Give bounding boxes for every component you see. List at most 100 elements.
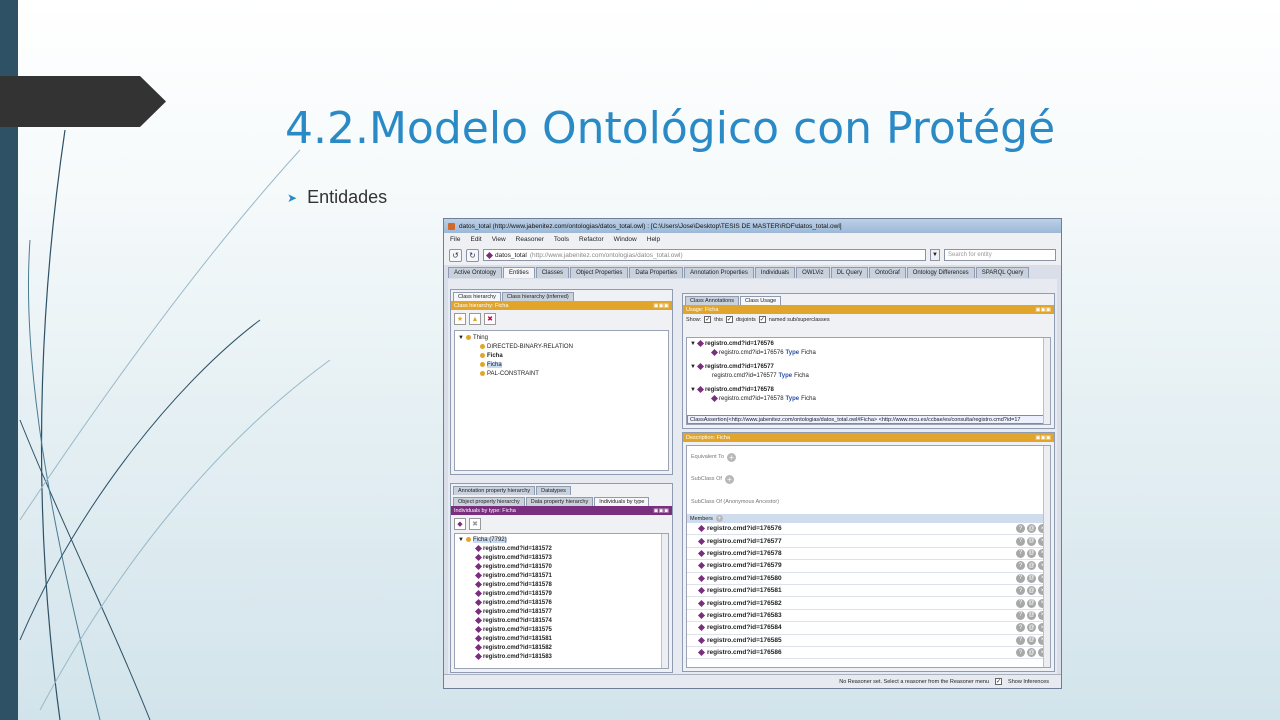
list-item[interactable]: registro.cmd?id=181579 xyxy=(458,589,665,598)
checkbox-this[interactable]: ✓ xyxy=(704,316,712,323)
view-controls-icon[interactable]: ▣▣▣ xyxy=(653,303,669,309)
menu-reasoner[interactable]: Reasoner xyxy=(516,236,544,243)
info-icon[interactable]: ? xyxy=(1016,524,1025,534)
info-icon[interactable]: ? xyxy=(1016,598,1025,608)
table-row[interactable]: registro.cmd?id=176582?@× xyxy=(687,597,1050,610)
view-controls-icon[interactable]: ▣▣▣ xyxy=(1035,435,1051,441)
info-icon[interactable]: ? xyxy=(1016,610,1025,620)
subtab-object-property-hierarchy[interactable]: Object property hierarchy xyxy=(453,497,525,506)
info-icon[interactable]: ? xyxy=(1016,548,1025,558)
subtab-class-annotations[interactable]: Class Annotations xyxy=(685,296,740,305)
add-superclass-button[interactable]: + xyxy=(724,474,734,484)
tab-object-properties[interactable]: Object Properties xyxy=(570,267,629,278)
expand-icon[interactable]: ▼ xyxy=(690,364,696,370)
usage-subitem[interactable]: registro.cmd?id=176578 Type Ficha xyxy=(690,394,1047,403)
tree-node[interactable]: PAL-CONSTRAINT xyxy=(458,369,665,378)
info-icon[interactable]: ? xyxy=(1016,536,1025,546)
info-icon[interactable]: ? xyxy=(1016,573,1025,583)
usage-item[interactable]: ▼ registro.cmd?id=176578 xyxy=(690,385,1047,394)
usage-item[interactable]: ▼ registro.cmd?id=176576 xyxy=(690,339,1047,348)
scrollbar[interactable] xyxy=(1043,446,1050,667)
edit-icon[interactable]: @ xyxy=(1027,586,1036,596)
tree-node[interactable]: DIRECTED-BINARY-RELATION xyxy=(458,342,665,351)
back-button[interactable]: ↺ xyxy=(449,248,462,262)
list-item[interactable]: registro.cmd?id=181573 xyxy=(458,553,665,562)
tree-node[interactable]: Ficha xyxy=(458,351,665,360)
table-row[interactable]: registro.cmd?id=176585?@× xyxy=(687,635,1050,647)
usage-item[interactable]: ▼ registro.cmd?id=176577 xyxy=(690,362,1047,371)
tab-data-properties[interactable]: Data Properties xyxy=(629,267,684,278)
add-sibling-icon[interactable]: ▲ xyxy=(469,313,481,325)
delete-class-icon[interactable]: ✖ xyxy=(484,313,496,325)
view-controls-icon[interactable]: ▣▣▣ xyxy=(653,508,669,514)
subtab-annotation-property-hierarchy[interactable]: Annotation property hierarchy xyxy=(453,486,536,495)
edit-icon[interactable]: @ xyxy=(1027,536,1036,546)
expand-icon[interactable]: ▼ xyxy=(458,537,464,543)
tab-dl-query[interactable]: DL Query xyxy=(830,267,869,278)
add-equivalent-button[interactable]: + xyxy=(726,452,736,462)
tab-ontograf[interactable]: OntoGraf xyxy=(869,267,906,278)
info-icon[interactable]: ? xyxy=(1016,635,1025,645)
tab-sparql-query[interactable]: SPARQL Query xyxy=(975,267,1030,278)
tab-owlviz[interactable]: OWLViz xyxy=(796,267,830,278)
list-item[interactable]: registro.cmd?id=181577 xyxy=(458,607,665,616)
list-item[interactable]: registro.cmd?id=181578 xyxy=(458,580,665,589)
info-icon[interactable]: ? xyxy=(1016,648,1025,658)
tab-ontology-differences[interactable]: Ontology Differences xyxy=(906,267,975,278)
edit-icon[interactable]: @ xyxy=(1027,561,1036,571)
usage-subitem[interactable]: registro.cmd?id=176576 Type Ficha xyxy=(690,348,1047,357)
checkbox-named-sub-superclasses[interactable]: ✓ xyxy=(758,316,766,323)
info-icon[interactable]: ? xyxy=(1016,561,1025,571)
table-row[interactable]: registro.cmd?id=176576?@× xyxy=(687,523,1050,536)
forward-button[interactable]: ↻ xyxy=(466,248,479,262)
edit-icon[interactable]: @ xyxy=(1027,598,1036,608)
list-item[interactable]: registro.cmd?id=181576 xyxy=(458,598,665,607)
table-row[interactable]: registro.cmd?id=176584?@× xyxy=(687,622,1050,635)
menu-tools[interactable]: Tools xyxy=(554,236,569,243)
entity-search-input[interactable]: Search for entity xyxy=(944,249,1056,261)
subtab-datatypes[interactable]: Datatypes xyxy=(536,486,571,495)
tab-classes[interactable]: Classes xyxy=(535,267,570,278)
menu-window[interactable]: Window xyxy=(614,236,637,243)
list-item[interactable]: registro.cmd?id=181583 xyxy=(458,652,665,661)
subtab-class-usage[interactable]: Class Usage xyxy=(740,296,782,305)
table-row[interactable]: registro.cmd?id=176578?@× xyxy=(687,548,1050,561)
view-controls-icon[interactable]: ▣▣▣ xyxy=(1035,307,1051,313)
list-item[interactable]: registro.cmd?id=181570 xyxy=(458,562,665,571)
delete-individual-icon[interactable]: ✖ xyxy=(469,518,481,530)
usage-subitem[interactable]: registro.cmd?id=176577 Type Ficha xyxy=(690,371,1047,380)
menu-edit[interactable]: Edit xyxy=(470,236,481,243)
expand-icon[interactable]: ▼ xyxy=(458,335,464,341)
table-row[interactable]: registro.cmd?id=176580?@× xyxy=(687,573,1050,585)
scrollbar[interactable] xyxy=(661,534,668,668)
tab-entities[interactable]: Entities xyxy=(503,267,535,278)
add-member-button[interactable]: + xyxy=(715,515,723,522)
table-row[interactable]: registro.cmd?id=176579?@× xyxy=(687,560,1050,573)
scrollbar[interactable] xyxy=(1043,338,1050,424)
chevron-down-icon[interactable]: ▼ xyxy=(930,249,940,261)
edit-icon[interactable]: @ xyxy=(1027,524,1036,534)
list-item[interactable]: registro.cmd?id=181574 xyxy=(458,616,665,625)
edit-icon[interactable]: @ xyxy=(1027,623,1036,633)
edit-icon[interactable]: @ xyxy=(1027,635,1036,645)
info-icon[interactable]: ? xyxy=(1016,623,1025,633)
subtab-data-property-hierarchy[interactable]: Data property hierarchy xyxy=(525,497,594,506)
list-item[interactable]: registro.cmd?id=181572 xyxy=(458,544,665,553)
table-row[interactable]: registro.cmd?id=176581?@× xyxy=(687,585,1050,598)
show-inferences-checkbox[interactable]: ✓ xyxy=(995,678,1003,685)
subtab-class-hierarchy-inferred[interactable]: Class hierarchy (inferred) xyxy=(501,292,574,301)
info-icon[interactable]: ? xyxy=(1016,586,1025,596)
tree-node-selected[interactable]: Ficha xyxy=(458,360,665,369)
checkbox-disjoints[interactable]: ✓ xyxy=(725,316,733,323)
menu-view[interactable]: View xyxy=(492,236,506,243)
subtab-individuals-by-type[interactable]: Individuals by type xyxy=(594,497,650,506)
table-row[interactable]: registro.cmd?id=176577?@× xyxy=(687,535,1050,548)
list-item[interactable]: registro.cmd?id=181581 xyxy=(458,634,665,643)
edit-icon[interactable]: @ xyxy=(1027,610,1036,620)
expand-icon[interactable]: ▼ xyxy=(690,387,696,393)
add-subclass-icon[interactable]: ★ xyxy=(454,313,466,325)
menu-file[interactable]: File xyxy=(450,236,460,243)
edit-icon[interactable]: @ xyxy=(1027,548,1036,558)
list-item[interactable]: registro.cmd?id=181575 xyxy=(458,625,665,634)
tab-annotation-properties[interactable]: Annotation Properties xyxy=(684,267,754,278)
